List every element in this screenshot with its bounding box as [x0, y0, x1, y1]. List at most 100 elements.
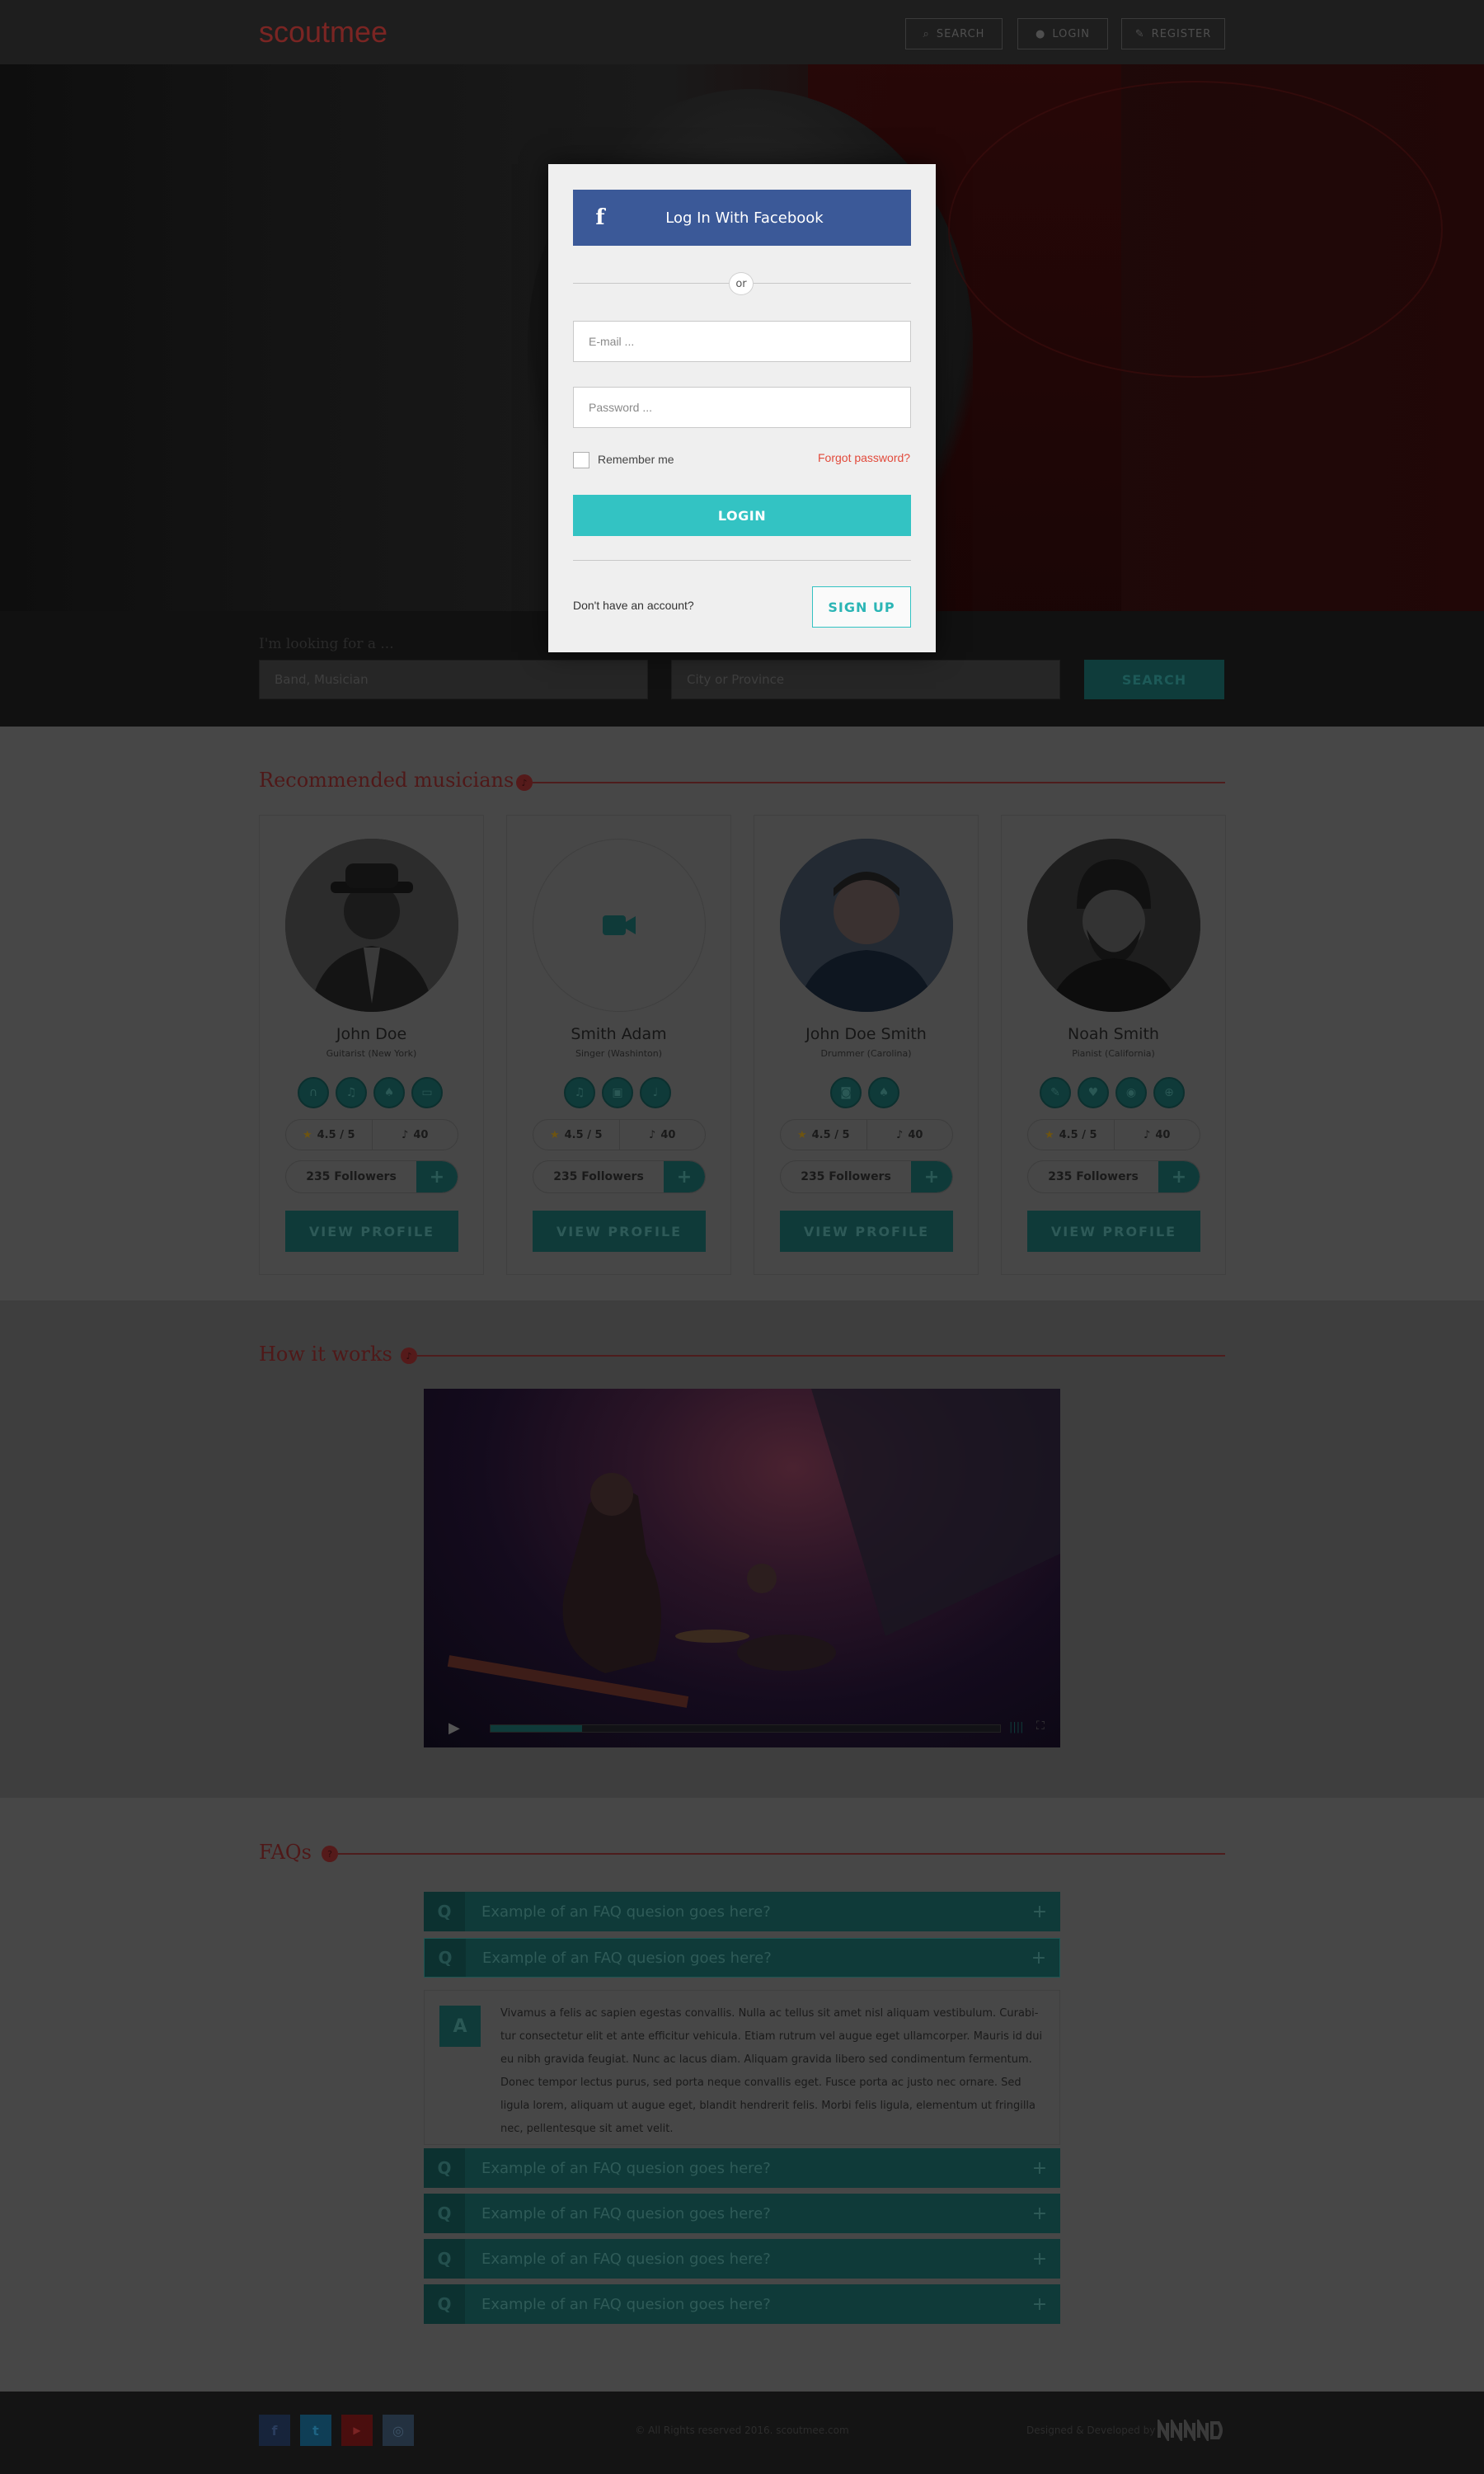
follow-control: 235 Followers + — [285, 1160, 458, 1193]
faq-question: Example of an FAQ quesion goes here? — [481, 2159, 771, 2177]
nav-search-button[interactable]: ⌕ SEARCH — [905, 18, 1003, 49]
guitar-icon[interactable]: ♠ — [868, 1077, 899, 1108]
guitar-icon[interactable]: ♠ — [373, 1077, 405, 1108]
faq-item[interactable]: Q Example of an FAQ quesion goes here? + — [424, 1892, 1060, 1931]
track-count: 40 — [660, 1128, 676, 1141]
view-profile-button[interactable]: VIEW PROFILE — [533, 1211, 706, 1252]
search-label: I'm looking for a ... — [259, 636, 394, 652]
video-camera-icon — [603, 915, 636, 935]
follow-button[interactable]: + — [664, 1161, 705, 1192]
camera-icon[interactable]: ◙ — [830, 1077, 862, 1108]
facebook-icon: f — [595, 205, 605, 230]
answer-text: Vivamus a felis ac sapien egestas conval… — [500, 2007, 1043, 2135]
followers-count: 235 Followers — [1048, 1170, 1139, 1183]
video-progress-bar[interactable] — [490, 1724, 1001, 1733]
music-note-icon: ♪ — [1144, 1128, 1151, 1141]
faq-item[interactable]: Q Example of an FAQ quesion goes here? + — [424, 2284, 1060, 2324]
signup-button[interactable]: SIGN UP — [812, 586, 911, 628]
site-logo[interactable]: scoutmee — [259, 15, 387, 49]
faq-question: Example of an FAQ quesion goes here? — [481, 1903, 771, 1921]
followers-count: 235 Followers — [306, 1170, 397, 1183]
follow-button[interactable]: + — [416, 1161, 458, 1192]
pencil-icon[interactable]: ✎ — [1040, 1077, 1071, 1108]
avatar[interactable] — [285, 839, 458, 1012]
video-controls: ▶ |||| ⛶ — [424, 1710, 1060, 1747]
music-note-icon: ♪ — [649, 1128, 656, 1141]
track-count: 40 — [1155, 1128, 1171, 1141]
remember-checkbox[interactable] — [573, 452, 589, 468]
modal-divider — [573, 560, 911, 561]
developer-logo[interactable] — [1158, 2420, 1225, 2441]
track-count: 40 — [908, 1128, 923, 1141]
musician-name[interactable]: Smith Adam — [507, 1025, 730, 1043]
keyboard-icon[interactable]: ▭ — [411, 1077, 443, 1108]
musician-role: Guitarist (New York) — [326, 1048, 417, 1059]
musician-name[interactable]: Noah Smith — [1002, 1025, 1225, 1043]
musician-name[interactable]: John Doe Smith — [754, 1025, 978, 1043]
page: scoutmee ⌕ SEARCH ● LOGIN ✎ REGISTER I'm lo… — [0, 0, 1484, 2474]
view-profile-button[interactable]: VIEW PROFILE — [780, 1211, 953, 1252]
musician-stats: ★ 4.5 / 5 ♪ 40 — [533, 1119, 706, 1150]
search-button[interactable]: SEARCH — [1084, 660, 1224, 699]
city-input[interactable]: City or Province — [671, 660, 1060, 699]
follow-button[interactable]: + — [1158, 1161, 1200, 1192]
user-icon: ● — [1036, 27, 1046, 40]
faq-item[interactable]: Q Example of an FAQ quesion goes here? + — [424, 2239, 1060, 2279]
faq-item[interactable]: Q Example of an FAQ quesion goes here? + — [424, 2194, 1060, 2233]
nav-login-button[interactable]: ● LOGIN — [1017, 18, 1108, 49]
avatar-placeholder[interactable] — [533, 839, 706, 1012]
facebook-login-button[interactable]: f Log In With Facebook — [573, 190, 911, 246]
star-icon: ★ — [1044, 1128, 1054, 1141]
skill-icons: ∩ ♫ ♠ ▭ — [298, 1077, 443, 1108]
facebook-login-label: Log In With Facebook — [665, 209, 824, 227]
video-player[interactable]: ▶ |||| ⛶ — [424, 1389, 1060, 1747]
how-title: How it works — [259, 1343, 392, 1366]
play-icon[interactable]: ▶ — [448, 1719, 460, 1737]
forgot-password-link[interactable]: Forgot password? — [818, 451, 910, 464]
plus-icon: + — [1031, 2157, 1048, 2179]
musician-name[interactable]: John Doe — [260, 1025, 483, 1043]
login-button[interactable]: LOGIN — [573, 495, 911, 536]
view-profile-button[interactable]: VIEW PROFILE — [285, 1211, 458, 1252]
rating: 4.5 / 5 — [317, 1128, 355, 1141]
recommended-title: Recommended musicians — [259, 769, 514, 792]
band-musician-input[interactable]: Band, Musician — [259, 660, 648, 699]
faq-item[interactable]: Q Example of an FAQ quesion goes here? + — [424, 2148, 1060, 2188]
avatar[interactable] — [780, 839, 953, 1012]
star-icon: ★ — [549, 1128, 560, 1141]
microphone-icon[interactable]: ♩ — [640, 1077, 671, 1108]
remember-label[interactable]: Remember me — [598, 453, 674, 466]
musician-card: Smith Adam Singer (Washinton) ♫ ▣ ♩ ★ 4.5… — [506, 815, 731, 1275]
heart-icon[interactable]: ♥ — [1078, 1077, 1109, 1108]
plus-icon: + — [1031, 1901, 1048, 1922]
top-navbar — [0, 0, 1484, 64]
password-field[interactable]: Password ... — [573, 387, 911, 428]
faq-item-open[interactable]: Q Example of an FAQ quesion goes here? + — [424, 1938, 1060, 1978]
search-icon: ⌕ — [923, 27, 930, 40]
lifebuoy-icon[interactable]: ⊕ — [1153, 1077, 1185, 1108]
q-badge: Q — [424, 2284, 465, 2324]
music-note-icon[interactable]: ♫ — [336, 1077, 367, 1108]
credit-text: Designed & Developed by — [1026, 2425, 1156, 2436]
section-divider — [533, 782, 1225, 783]
pencil-icon: ✎ — [1134, 27, 1145, 40]
email-field[interactable]: E-mail ... — [573, 321, 911, 362]
speaker-icon[interactable]: ▣ — [602, 1077, 633, 1108]
volume-icon[interactable]: |||| — [1009, 1721, 1024, 1733]
follow-button[interactable]: + — [911, 1161, 952, 1192]
record-icon[interactable]: ◉ — [1115, 1077, 1147, 1108]
followers-count: 235 Followers — [801, 1170, 891, 1183]
avatar[interactable] — [1027, 839, 1200, 1012]
music-note-icon: ♪ — [401, 1348, 417, 1364]
track-count: 40 — [413, 1128, 429, 1141]
view-profile-button[interactable]: VIEW PROFILE — [1027, 1211, 1200, 1252]
music-note-icon[interactable]: ♫ — [564, 1077, 595, 1108]
musician-stats: ★ 4.5 / 5 ♪ 40 — [1027, 1119, 1200, 1150]
nav-register-button[interactable]: ✎ REGISTER — [1121, 18, 1225, 49]
faq-question: Example of an FAQ quesion goes here? — [481, 2204, 771, 2222]
musician-card: John Doe Guitarist (New York) ∩ ♫ ♠ ▭ ★ 4… — [259, 815, 484, 1275]
recommended-section — [0, 727, 1484, 1300]
fullscreen-icon[interactable]: ⛶ — [1036, 1719, 1045, 1733]
faq-title: FAQs — [259, 1841, 312, 1864]
headphones-icon[interactable]: ∩ — [298, 1077, 329, 1108]
